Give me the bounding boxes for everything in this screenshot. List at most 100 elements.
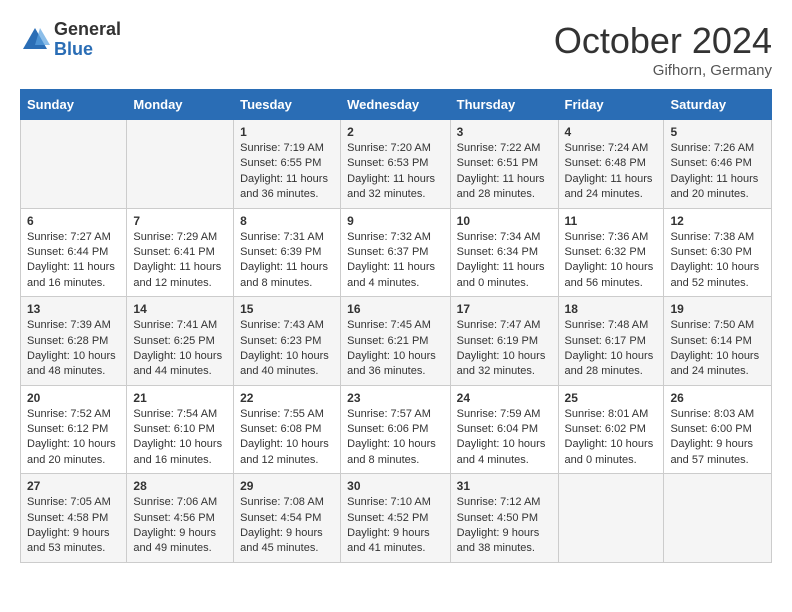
day-info: Sunrise: 8:03 AM Sunset: 6:00 PM Dayligh… [670,407,765,469]
day-number: 22 [240,391,334,405]
day-info: Sunrise: 7:54 AM Sunset: 6:10 PM Dayligh… [133,407,227,469]
day-number: 31 [457,479,552,493]
title-section: October 2024 Gifhorn, Germany [554,20,772,79]
day-number: 24 [457,391,552,405]
day-number: 26 [670,391,765,405]
weekday-header-tuesday: Tuesday [234,90,341,120]
logo-general: General [54,20,121,40]
calendar-header: SundayMondayTuesdayWednesdayThursdayFrid… [21,90,772,120]
day-info: Sunrise: 7:12 AM Sunset: 4:50 PM Dayligh… [457,495,552,557]
weekday-header-wednesday: Wednesday [341,90,451,120]
calendar-cell: 9 Sunrise: 7:32 AM Sunset: 6:37 PM Daylig… [341,208,451,297]
day-number: 3 [457,125,552,139]
calendar-week-row: 1 Sunrise: 7:19 AM Sunset: 6:55 PM Daylig… [21,120,772,209]
day-info: Sunrise: 7:59 AM Sunset: 6:04 PM Dayligh… [457,407,552,469]
day-number: 29 [240,479,334,493]
calendar-cell: 15 Sunrise: 7:43 AM Sunset: 6:23 PM Dayli… [234,297,341,386]
day-info: Sunrise: 7:50 AM Sunset: 6:14 PM Dayligh… [670,318,765,380]
day-info: Sunrise: 7:55 AM Sunset: 6:08 PM Dayligh… [240,407,334,469]
day-info: Sunrise: 7:29 AM Sunset: 6:41 PM Dayligh… [133,230,227,292]
calendar-cell [558,474,664,563]
day-info: Sunrise: 7:32 AM Sunset: 6:37 PM Dayligh… [347,230,444,292]
day-number: 19 [670,302,765,316]
calendar-cell: 25 Sunrise: 8:01 AM Sunset: 6:02 PM Dayli… [558,385,664,474]
day-number: 2 [347,125,444,139]
weekday-header-thursday: Thursday [450,90,558,120]
calendar-cell: 2 Sunrise: 7:20 AM Sunset: 6:53 PM Daylig… [341,120,451,209]
day-number: 12 [670,214,765,228]
calendar-week-row: 27 Sunrise: 7:05 AM Sunset: 4:58 PM Dayli… [21,474,772,563]
day-number: 15 [240,302,334,316]
day-number: 6 [27,214,120,228]
calendar-cell: 14 Sunrise: 7:41 AM Sunset: 6:25 PM Dayli… [127,297,234,386]
day-info: Sunrise: 7:43 AM Sunset: 6:23 PM Dayligh… [240,318,334,380]
day-number: 9 [347,214,444,228]
calendar-cell: 20 Sunrise: 7:52 AM Sunset: 6:12 PM Dayli… [21,385,127,474]
day-number: 10 [457,214,552,228]
day-number: 11 [565,214,658,228]
calendar-cell: 1 Sunrise: 7:19 AM Sunset: 6:55 PM Daylig… [234,120,341,209]
day-number: 20 [27,391,120,405]
logo-icon [20,25,50,55]
calendar-cell: 6Sunrise: 7:27 AM Sunset: 6:44 PM Daylig… [21,208,127,297]
day-number: 16 [347,302,444,316]
calendar-cell: 8Sunrise: 7:31 AM Sunset: 6:39 PM Daylig… [234,208,341,297]
calendar-cell: 16 Sunrise: 7:45 AM Sunset: 6:21 PM Dayli… [341,297,451,386]
weekday-header-monday: Monday [127,90,234,120]
day-number: 14 [133,302,227,316]
logo-text: General Blue [54,20,121,60]
calendar-cell: 13 Sunrise: 7:39 AM Sunset: 6:28 PM Dayli… [21,297,127,386]
weekday-header-friday: Friday [558,90,664,120]
weekday-header-row: SundayMondayTuesdayWednesdayThursdayFrid… [21,90,772,120]
day-info: Sunrise: 7:41 AM Sunset: 6:25 PM Dayligh… [133,318,227,380]
calendar-cell: 11 Sunrise: 7:36 AM Sunset: 6:32 PM Dayli… [558,208,664,297]
day-info: Sunrise: 7:47 AM Sunset: 6:19 PM Dayligh… [457,318,552,380]
day-number: 25 [565,391,658,405]
day-number: 7 [133,214,227,228]
day-info: Sunrise: 7:08 AM Sunset: 4:54 PM Dayligh… [240,495,334,557]
day-number: 5 [670,125,765,139]
day-info: Sunrise: 7:39 AM Sunset: 6:28 PM Dayligh… [27,318,120,380]
calendar-cell: 5 Sunrise: 7:26 AM Sunset: 6:46 PM Daylig… [664,120,772,209]
weekday-header-saturday: Saturday [664,90,772,120]
calendar-cell: 28Sunrise: 7:06 AM Sunset: 4:56 PM Dayli… [127,474,234,563]
day-info: Sunrise: 8:01 AM Sunset: 6:02 PM Dayligh… [565,407,658,469]
day-number: 18 [565,302,658,316]
day-info: Sunrise: 7:57 AM Sunset: 6:06 PM Dayligh… [347,407,444,469]
month-title: October 2024 [554,20,772,62]
day-info: Sunrise: 7:10 AM Sunset: 4:52 PM Dayligh… [347,495,444,557]
day-number: 13 [27,302,120,316]
day-info: Sunrise: 7:05 AM Sunset: 4:58 PM Dayligh… [27,495,120,557]
day-info: Sunrise: 7:20 AM Sunset: 6:53 PM Dayligh… [347,141,444,203]
day-number: 8 [240,214,334,228]
calendar-cell [21,120,127,209]
day-number: 27 [27,479,120,493]
calendar-cell: 17 Sunrise: 7:47 AM Sunset: 6:19 PM Dayli… [450,297,558,386]
day-info: Sunrise: 7:38 AM Sunset: 6:30 PM Dayligh… [670,230,765,292]
day-info: Sunrise: 7:36 AM Sunset: 6:32 PM Dayligh… [565,230,658,292]
calendar-week-row: 13 Sunrise: 7:39 AM Sunset: 6:28 PM Dayli… [21,297,772,386]
day-number: 28 [133,479,227,493]
calendar-cell: 7 Sunrise: 7:29 AM Sunset: 6:41 PM Daylig… [127,208,234,297]
day-info: Sunrise: 7:52 AM Sunset: 6:12 PM Dayligh… [27,407,120,469]
logo-blue: Blue [54,40,121,60]
day-info: Sunrise: 7:34 AM Sunset: 6:34 PM Dayligh… [457,230,552,292]
day-number: 4 [565,125,658,139]
day-info: Sunrise: 7:45 AM Sunset: 6:21 PM Dayligh… [347,318,444,380]
day-number: 1 [240,125,334,139]
day-info: Sunrise: 7:26 AM Sunset: 6:46 PM Dayligh… [670,141,765,203]
calendar-cell: 27 Sunrise: 7:05 AM Sunset: 4:58 PM Dayli… [21,474,127,563]
calendar-cell: 30Sunrise: 7:10 AM Sunset: 4:52 PM Dayli… [341,474,451,563]
calendar-week-row: 20 Sunrise: 7:52 AM Sunset: 6:12 PM Dayli… [21,385,772,474]
weekday-header-sunday: Sunday [21,90,127,120]
day-info: Sunrise: 7:19 AM Sunset: 6:55 PM Dayligh… [240,141,334,203]
calendar-cell: 31 Sunrise: 7:12 AM Sunset: 4:50 PM Dayli… [450,474,558,563]
day-info: Sunrise: 7:48 AM Sunset: 6:17 PM Dayligh… [565,318,658,380]
calendar-week-row: 6Sunrise: 7:27 AM Sunset: 6:44 PM Daylig… [21,208,772,297]
calendar-cell: 18 Sunrise: 7:48 AM Sunset: 6:17 PM Dayli… [558,297,664,386]
page-header: General Blue October 2024 Gifhorn, Germa… [20,20,772,79]
calendar-cell: 22 Sunrise: 7:55 AM Sunset: 6:08 PM Dayli… [234,385,341,474]
calendar-cell: 3Sunrise: 7:22 AM Sunset: 6:51 PM Daylig… [450,120,558,209]
calendar-cell: 10 Sunrise: 7:34 AM Sunset: 6:34 PM Dayli… [450,208,558,297]
day-number: 17 [457,302,552,316]
